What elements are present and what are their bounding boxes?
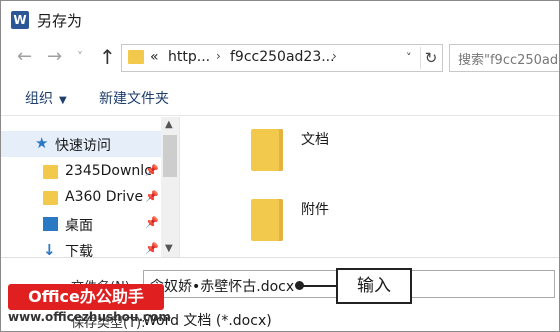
- back-icon[interactable]: ←: [17, 47, 32, 67]
- scroll-up-icon[interactable]: ▲: [165, 119, 173, 130]
- sidebar-scrollbar[interactable]: ▲ ▼: [161, 117, 179, 257]
- watermark-url: www.officezhushou.com: [8, 310, 171, 324]
- sidebar-item-a360-drive[interactable]: A360 Drive 📌: [1, 185, 161, 211]
- toolbar: 组织 ▼ 新建文件夹: [1, 79, 559, 116]
- input-callout: 输入: [336, 268, 412, 304]
- caret-down-icon: ▼: [59, 95, 67, 106]
- sidebar-item-quick-access[interactable]: ★ 快速访问: [1, 131, 161, 157]
- refresh-icon[interactable]: ↻: [420, 47, 441, 69]
- address-row: ← → ˅ ↑ « http... › f9cc250ad23... › ˅ ↻…: [1, 37, 559, 79]
- download-icon: ↓: [43, 241, 56, 259]
- sidebar-item-label: 桌面: [65, 218, 93, 234]
- address-bar[interactable]: « http... › f9cc250ad23... › ˅ ↻: [121, 44, 443, 72]
- folder-icon: [251, 199, 283, 241]
- item-name: 文档: [301, 132, 329, 148]
- pin-icon[interactable]: 📌: [145, 216, 159, 229]
- forward-icon[interactable]: →: [47, 47, 62, 67]
- breadcrumb-overflow[interactable]: «: [150, 49, 159, 65]
- navigation-pane: ★ 快速访问 2345Downlc 📌 A360 Drive 📌 桌面 📌 ↓ …: [1, 117, 180, 260]
- save-as-dialog: W 另存为 ← → ˅ ↑ « http... › f9cc250ad23...…: [0, 0, 560, 332]
- chevron-right-icon: ›: [332, 49, 337, 63]
- watermark-badge: Office办公助手: [8, 284, 164, 310]
- desktop-icon: [43, 217, 58, 231]
- filename-value: 念奴娇•赤壁怀古.docx: [150, 279, 295, 295]
- pin-icon[interactable]: 📌: [145, 190, 159, 203]
- file-list: 文档 附件: [181, 117, 559, 257]
- new-folder-button[interactable]: 新建文件夹: [99, 88, 169, 108]
- title-bar: W 另存为: [1, 1, 559, 37]
- star-icon: ★: [35, 134, 49, 152]
- sidebar-item-label: 快速访问: [55, 138, 111, 154]
- folder-icon: [251, 129, 283, 171]
- search-placeholder: 搜索"f9cc250ad23...: [458, 53, 559, 68]
- organize-label: 组织: [25, 91, 53, 107]
- recent-locations-icon[interactable]: ˅: [77, 47, 83, 67]
- sidebar-item-desktop[interactable]: 桌面 📌: [1, 211, 161, 237]
- up-icon[interactable]: ↑: [99, 47, 116, 67]
- sidebar-item-label: 2345Downlc: [65, 163, 152, 179]
- breadcrumb-item[interactable]: http...: [168, 49, 210, 65]
- item-name: 附件: [301, 202, 329, 218]
- folder-icon: [43, 165, 58, 179]
- organize-button[interactable]: 组织 ▼: [25, 88, 67, 108]
- dialog-title: 另存为: [37, 12, 83, 30]
- scrollbar-thumb[interactable]: [163, 135, 177, 177]
- folder-icon: [43, 191, 58, 205]
- search-input[interactable]: 搜索"f9cc250ad23...: [449, 44, 559, 72]
- word-app-icon: W: [11, 11, 29, 29]
- sidebar-item-label: A360 Drive: [65, 189, 144, 205]
- chevron-down-icon[interactable]: ˅: [406, 51, 412, 64]
- folder-icon: [128, 50, 144, 64]
- breadcrumb-item[interactable]: f9cc250ad23...: [230, 49, 335, 65]
- scroll-down-icon[interactable]: ▼: [165, 243, 173, 254]
- chevron-right-icon: ›: [216, 49, 221, 63]
- sidebar-item-2345downloads[interactable]: 2345Downlc 📌: [1, 159, 161, 185]
- pin-icon[interactable]: 📌: [145, 242, 159, 255]
- pin-icon[interactable]: 📌: [145, 164, 159, 177]
- callout-pointer-line: [300, 285, 336, 287]
